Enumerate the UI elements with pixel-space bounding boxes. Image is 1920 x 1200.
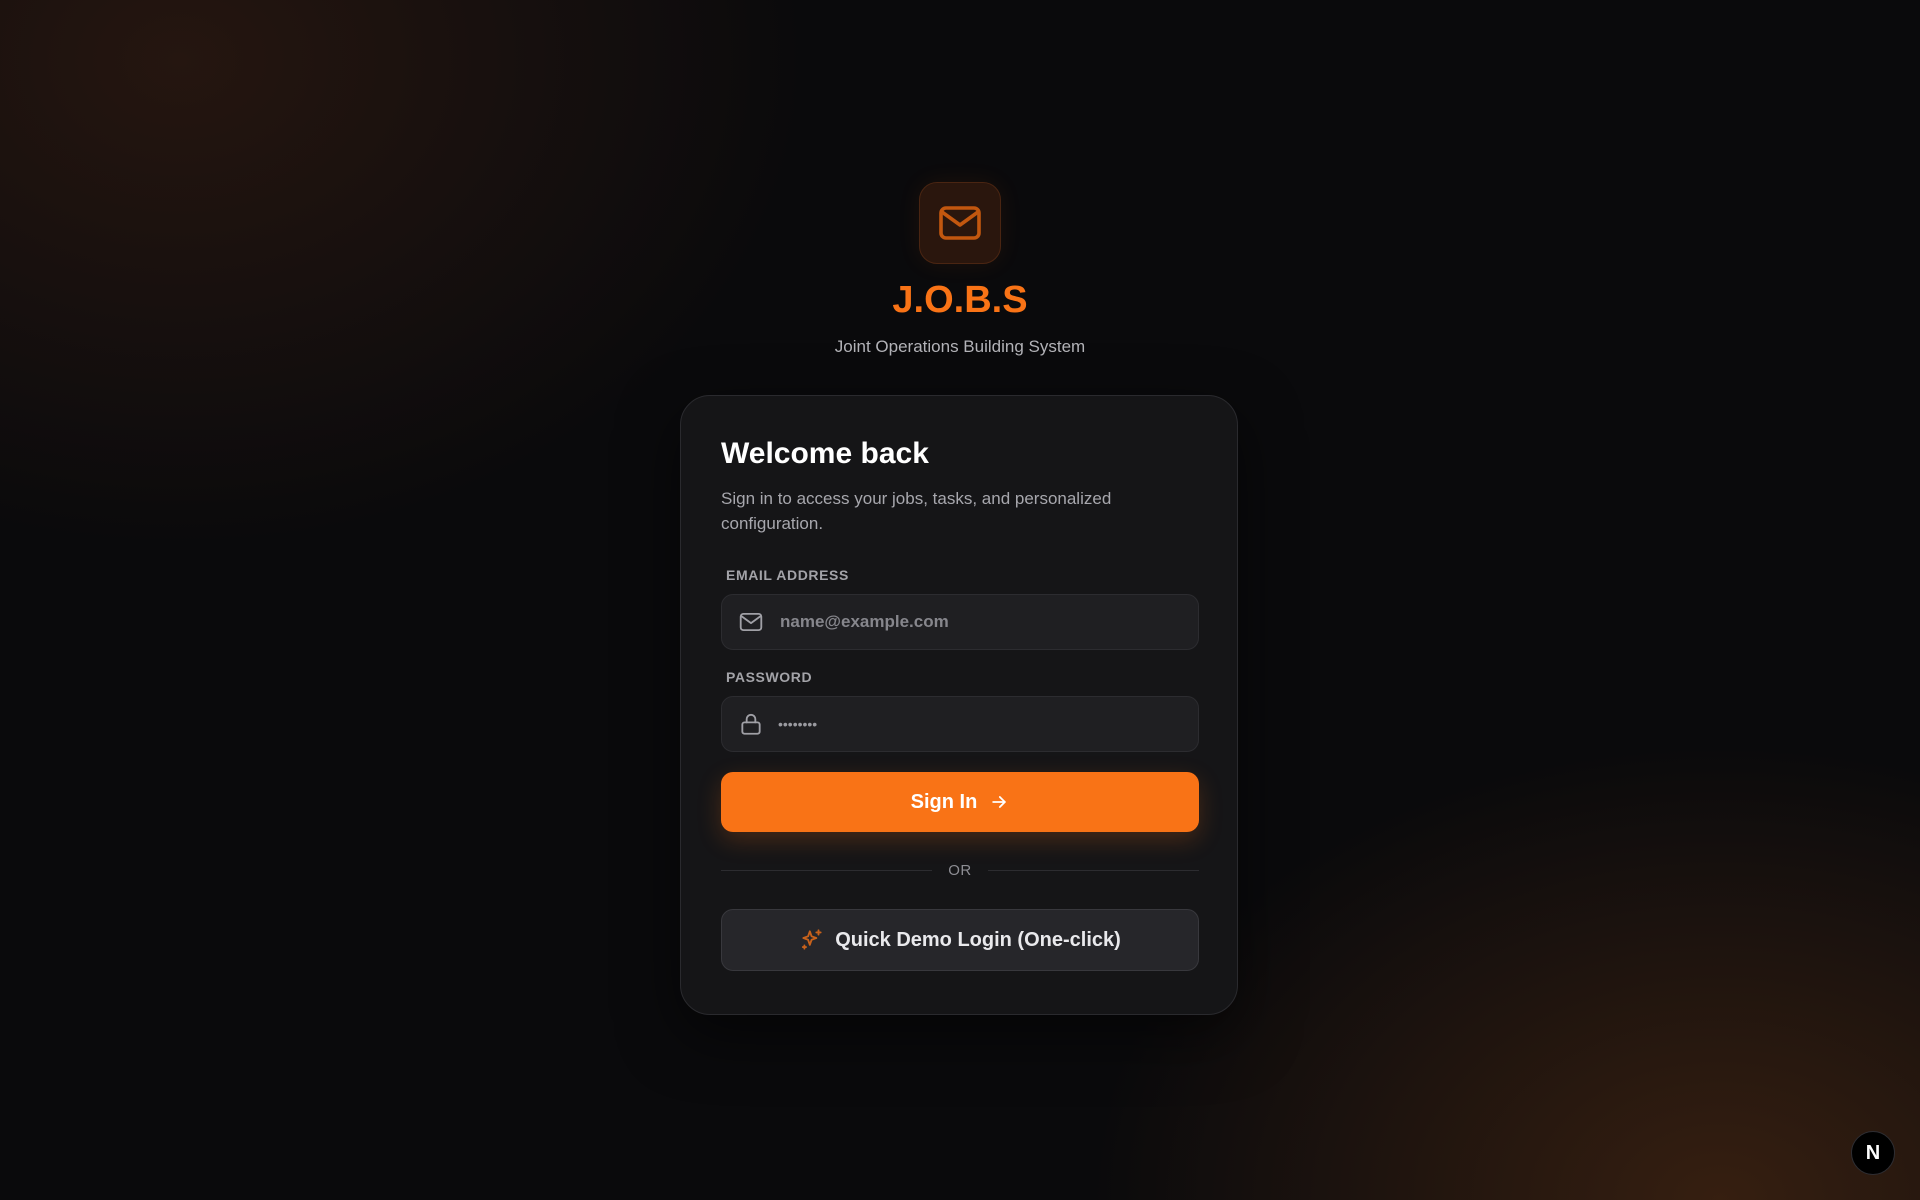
email-field-wrapper[interactable]: [721, 594, 1199, 650]
login-page: J.O.B.S Joint Operations Building System…: [0, 0, 1920, 1200]
divider-line-left: [721, 870, 933, 871]
quick-demo-login-button[interactable]: Quick Demo Login (One-click): [721, 909, 1199, 971]
password-label: PASSWORD: [726, 669, 813, 685]
brand-title: J.O.B.S: [892, 279, 1028, 321]
arrow-right-icon: [989, 792, 1009, 812]
sign-in-label: Sign In: [910, 790, 978, 813]
email-label: EMAIL ADDRESS: [726, 567, 849, 583]
email-input[interactable]: [778, 601, 1198, 643]
password-input[interactable]: ••••••••: [778, 716, 817, 732]
nextjs-dev-badge[interactable]: N: [1851, 1131, 1895, 1175]
card-title: Welcome back: [721, 437, 929, 470]
brand-header: J.O.B.S Joint Operations Building System: [0, 182, 1920, 358]
card-description: Sign in to access your jobs, tasks, and …: [721, 489, 1112, 533]
mail-icon: [738, 609, 764, 635]
mail-icon: [939, 206, 981, 240]
brand-logo: [919, 182, 1001, 264]
or-divider: OR: [721, 862, 1199, 879]
password-field-wrapper[interactable]: ••••••••: [721, 696, 1199, 752]
brand-subtitle: Joint Operations Building System: [834, 337, 1086, 356]
sign-in-button[interactable]: Sign In: [721, 772, 1199, 832]
divider-line-right: [987, 870, 1199, 871]
login-card: Welcome back Sign in to access your jobs…: [680, 395, 1238, 1015]
sparkles-icon: [799, 927, 825, 953]
lock-icon: [738, 711, 764, 737]
quick-demo-login-label: Quick Demo Login (One-click): [835, 928, 1121, 951]
divider-text: OR: [948, 862, 972, 879]
nextjs-icon: N: [1865, 1141, 1881, 1164]
